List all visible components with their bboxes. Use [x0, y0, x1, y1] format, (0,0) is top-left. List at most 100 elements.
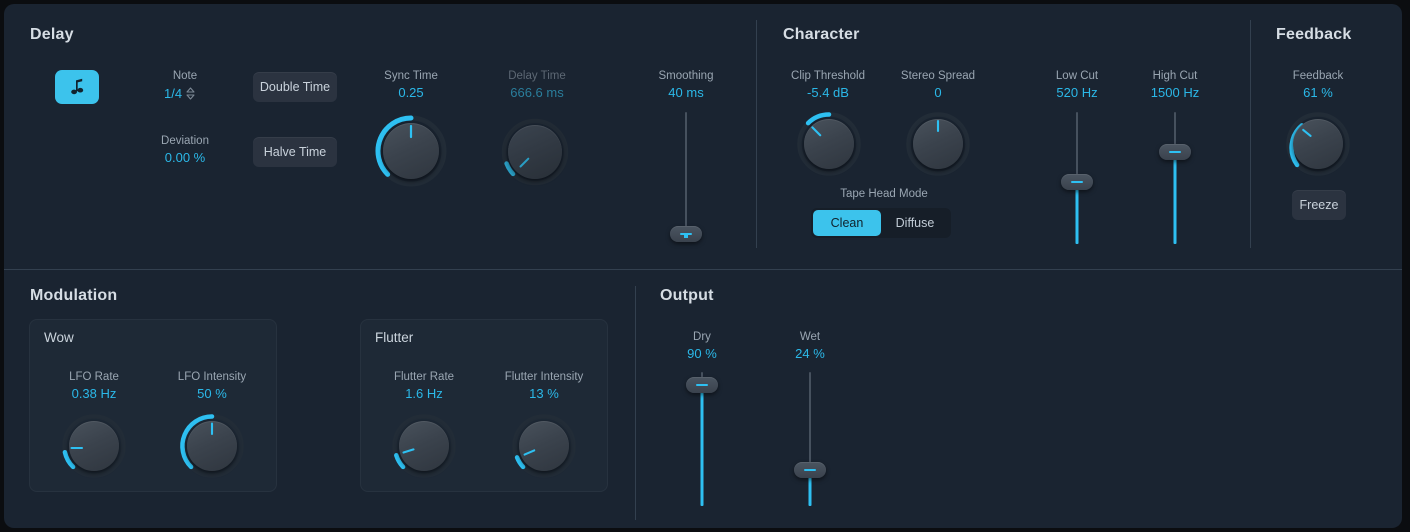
clip-threshold-knob[interactable]: [795, 110, 863, 178]
lfo-rate-knob[interactable]: [60, 412, 128, 480]
note-value: 1/4: [164, 86, 183, 101]
dry-slider-handle[interactable]: [686, 377, 718, 393]
low-cut-slider-track: [1076, 112, 1078, 182]
wet-label: Wet: [799, 331, 821, 343]
high-cut-slider[interactable]: [1157, 112, 1193, 244]
low-cut-param: Low Cut 520 Hz: [1037, 69, 1117, 102]
tape-head-mode-label: Tape Head Mode: [840, 188, 928, 200]
sync-time-param: Sync Time 0.25: [371, 69, 451, 102]
smoothing-slider-track: [685, 112, 687, 237]
flutter-rate-knob-pointer: [402, 448, 415, 454]
lfo-intensity-knob[interactable]: [178, 412, 246, 480]
stereo-spread-knob[interactable]: [904, 110, 972, 178]
wet-param: Wet 24 %: [771, 330, 849, 363]
divider-character-feedback: [1250, 20, 1251, 248]
tape-head-mode-option-diffuse[interactable]: Diffuse: [881, 210, 949, 236]
lfo-intensity-knob-pointer: [210, 422, 214, 436]
clip-threshold-knob-pointer: [811, 126, 822, 137]
dry-slider[interactable]: [684, 372, 720, 506]
sync-time-label: Sync Time: [384, 70, 438, 82]
stereo-spread-knob-pointer: [936, 119, 940, 133]
chevron-updown-icon[interactable]: [186, 87, 195, 100]
music-note-icon: [70, 78, 83, 95]
smoothing-param: Smoothing 40 ms: [646, 69, 726, 102]
dry-param: Dry 90 %: [663, 330, 741, 363]
wet-slider-handle[interactable]: [794, 462, 826, 478]
stereo-spread-param: Stereo Spread 0: [888, 69, 988, 102]
delay-time-param: Delay Time 666.6 ms: [496, 69, 578, 102]
double-time-button[interactable]: Double Time: [253, 72, 337, 102]
stereo-spread-label: Stereo Spread: [900, 70, 976, 82]
feedback-knob-pointer: [1302, 128, 1312, 137]
smoothing-value: 40 ms: [668, 85, 704, 100]
tape-head-mode-segmented[interactable]: Clean Diffuse: [811, 208, 951, 238]
lfo-rate-knob-pointer: [70, 446, 84, 450]
high-cut-label: High Cut: [1152, 70, 1198, 82]
feedback-value: 61 %: [1303, 85, 1333, 100]
high-cut-slider-handle[interactable]: [1159, 144, 1191, 160]
tape-delay-plugin-window: Delay Note 1/4 Deviation 0.00 % Double T…: [4, 4, 1402, 528]
note-label: Note: [172, 70, 198, 82]
dry-label: Dry: [693, 331, 711, 343]
section-title-output: Output: [660, 287, 714, 304]
note-mode-button[interactable]: [55, 70, 99, 104]
lfo-rate-value: 0.38 Hz: [71, 386, 117, 401]
lfo-rate-param: LFO Rate 0.38 Hz: [54, 370, 134, 403]
clip-threshold-value: -5.4 dB: [807, 85, 849, 100]
section-title-modulation: Modulation: [30, 287, 118, 304]
sync-time-knob-pointer: [409, 124, 413, 139]
smoothing-slider[interactable]: [668, 112, 704, 244]
delay-time-label: Delay Time: [508, 70, 566, 82]
flutter-rate-param: Flutter Rate 1.6 Hz: [382, 370, 466, 403]
freeze-button[interactable]: Freeze: [1292, 190, 1346, 220]
high-cut-value: 1500 Hz: [1150, 85, 1200, 100]
deviation-param[interactable]: Deviation 0.00 %: [145, 134, 225, 167]
high-cut-slider-fill: [1173, 152, 1177, 244]
lfo-intensity-value: 50 %: [197, 386, 227, 401]
flutter-rate-label: Flutter Rate: [393, 371, 455, 383]
low-cut-slider[interactable]: [1059, 112, 1095, 244]
halve-time-button[interactable]: Halve Time: [253, 137, 337, 167]
deviation-value: 0.00 %: [164, 150, 206, 165]
divider-modulation-output: [635, 286, 636, 520]
clip-threshold-label: Clip Threshold: [791, 70, 865, 82]
flutter-rate-knob[interactable]: [390, 412, 458, 480]
low-cut-label: Low Cut: [1055, 70, 1099, 82]
feedback-param: Feedback 61 %: [1278, 69, 1358, 102]
delay-time-value: 666.6 ms: [510, 85, 564, 100]
flutter-intensity-label: Flutter Intensity: [504, 371, 584, 383]
tape-head-mode-option-clean[interactable]: Clean: [813, 210, 881, 236]
smoothing-label: Smoothing: [658, 70, 714, 82]
wet-value: 24 %: [795, 346, 825, 361]
tape-head-mode-label-wrap: Tape Head Mode: [832, 187, 936, 202]
wet-slider[interactable]: [792, 372, 828, 506]
divider-delay-character: [756, 20, 757, 248]
stereo-spread-value: 0: [934, 85, 942, 100]
lfo-intensity-param: LFO Intensity 50 %: [164, 370, 260, 403]
lfo-intensity-label: LFO Intensity: [177, 371, 247, 383]
flutter-intensity-param: Flutter Intensity 13 %: [494, 370, 594, 403]
flutter-rate-value: 1.6 Hz: [405, 386, 443, 401]
delay-time-knob[interactable]: [499, 116, 571, 188]
delay-time-knob-pointer: [519, 157, 530, 168]
dry-slider-fill: [700, 386, 704, 506]
clip-threshold-param: Clip Threshold -5.4 dB: [778, 69, 878, 102]
deviation-label: Deviation: [161, 135, 209, 147]
sync-time-knob[interactable]: [373, 113, 449, 189]
wow-panel-title: Wow: [44, 330, 74, 345]
flutter-intensity-knob[interactable]: [510, 412, 578, 480]
high-cut-param: High Cut 1500 Hz: [1135, 69, 1215, 102]
section-title-character: Character: [783, 26, 860, 43]
divider-top-bottom: [4, 269, 1402, 270]
feedback-knob[interactable]: [1284, 110, 1352, 178]
feedback-label: Feedback: [1292, 70, 1344, 82]
low-cut-slider-fill: [1075, 182, 1079, 244]
low-cut-value: 520 Hz: [1056, 85, 1098, 100]
wet-slider-track: [809, 372, 811, 472]
smoothing-slider-handle[interactable]: [670, 226, 702, 242]
lfo-rate-label: LFO Rate: [69, 371, 119, 383]
flutter-intensity-knob-pointer: [523, 449, 536, 456]
note-stepper[interactable]: 1/4: [164, 86, 195, 101]
low-cut-slider-handle[interactable]: [1061, 174, 1093, 190]
flutter-panel-title: Flutter: [375, 330, 414, 345]
